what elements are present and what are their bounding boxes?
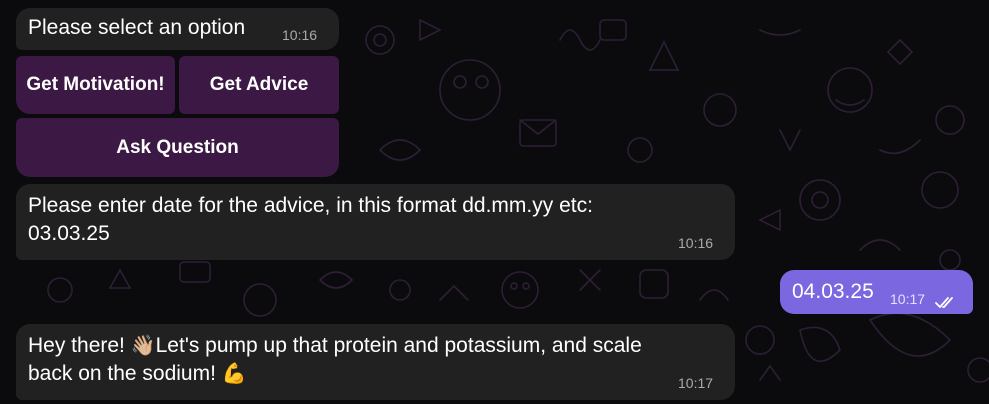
get-motivation-button[interactable]: Get Motivation! <box>16 56 175 114</box>
ask-question-button[interactable]: Ask Question <box>16 118 339 177</box>
message-text-line2: back on the sodium! <box>28 362 222 385</box>
incoming-message-enter-date: Please enter date for the advice, in thi… <box>16 184 735 260</box>
waving-hand-icon: 👋🏼 <box>130 335 156 357</box>
incoming-message-select-option: Please select an option 10:16 <box>16 8 339 50</box>
message-text-block: Please enter date for the advice, in thi… <box>28 192 718 248</box>
message-text-block: Hey there! 👋🏼Let's pump up that protein … <box>28 332 718 388</box>
double-check-icon <box>935 290 957 318</box>
incoming-message-advice: Hey there! 👋🏼Let's pump up that protein … <box>16 324 735 400</box>
outgoing-message-date: 04.03.25 10:17 <box>780 270 973 314</box>
message-time: 10:16 <box>282 27 318 43</box>
flexed-biceps-icon: 💪 <box>221 363 247 385</box>
message-time: 10:17 <box>678 375 714 391</box>
message-time: 10:16 <box>678 235 714 251</box>
message-text-line2: 03.03.25 <box>28 222 110 245</box>
message-text: Please select an option <box>28 16 246 39</box>
message-text: Please enter date for the advice, in thi… <box>28 194 593 217</box>
message-text: 04.03.25 <box>792 280 874 303</box>
message-text: Hey there! <box>28 334 131 357</box>
message-text-cont: Let's pump up that protein and potassium… <box>155 334 642 357</box>
get-advice-button[interactable]: Get Advice <box>179 56 339 114</box>
message-time: 10:17 <box>890 291 926 307</box>
